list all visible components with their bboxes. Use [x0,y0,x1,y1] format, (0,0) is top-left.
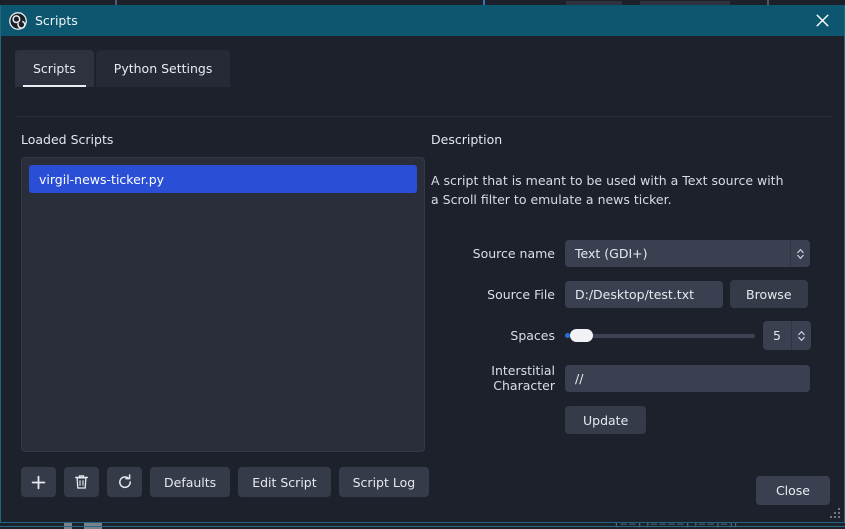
tab-python-settings[interactable]: Python Settings [95,50,231,87]
source-name-dropdown[interactable]: Text (GDI+) [565,240,810,267]
slider-handle[interactable] [570,329,593,342]
source-name-value: Text (GDI+) [575,246,648,261]
spaces-spinner[interactable]: 5 [763,321,811,350]
scripts-dialog: Scripts Scripts Python Settings Loaded S… [0,5,845,523]
dialog-body: Scripts Python Settings Loaded Scripts v… [1,36,844,522]
loaded-scripts-heading: Loaded Scripts [21,132,114,147]
spaces-row: Spaces 5 [431,321,829,350]
interstitial-row: Interstitial Character [431,363,829,393]
background-taskbar-rule [0,526,845,527]
add-script-button[interactable] [21,467,56,497]
description-heading: Description [431,132,503,147]
update-field: Update [565,406,829,434]
source-name-field: Text (GDI+) [565,240,829,267]
tab-python-settings-label: Python Settings [113,61,213,76]
browse-button[interactable]: Browse [730,280,808,308]
chevron-updown-icon[interactable] [791,321,811,350]
update-button[interactable]: Update [565,406,647,434]
loaded-scripts-panel: Loaded Scripts virgil-news-ticker.py [21,132,425,452]
dialog-titlebar[interactable]: Scripts [1,5,844,36]
trash-icon [74,474,89,490]
tabbar: Scripts Python Settings [15,50,231,87]
spaces-slider[interactable] [565,322,755,349]
source-file-row: Source File Browse [431,280,829,308]
interstitial-input[interactable] [565,364,810,392]
remove-script-button[interactable] [64,467,99,497]
update-row: Update [431,406,829,434]
resize-grip-icon[interactable] [830,508,841,519]
spaces-label: Spaces [510,328,555,343]
close-icon[interactable] [800,5,844,36]
edit-script-button[interactable]: Edit Script [238,467,331,497]
source-name-label: Source name [472,246,555,261]
slider-track [569,333,755,338]
defaults-button[interactable]: Defaults [150,467,231,497]
reload-scripts-button[interactable] [107,467,142,497]
description-panel: Description A script that is meant to be… [431,132,829,447]
spaces-value: 5 [773,328,781,343]
source-file-input[interactable] [565,280,723,308]
spaces-field: 5 [565,321,829,350]
plus-icon [31,475,46,490]
description-text: A script that is meant to be used with a… [431,173,784,207]
interstitial-label: Interstitial Character [491,363,555,393]
obs-logo-icon [9,11,27,30]
script-properties-form: Source name Text (GDI+) Source File D:/D… [431,240,829,434]
close-button[interactable]: Close [755,476,830,505]
script-log-button[interactable]: Script Log [338,467,430,497]
tab-scripts[interactable]: Scripts [15,50,94,87]
tab-scripts-label: Scripts [33,61,76,76]
loaded-scripts-list[interactable]: virgil-news-ticker.py [21,157,425,452]
scripts-toolbar: Defaults Edit Script Script Log [21,467,430,497]
list-item-label: virgil-news-ticker.py [39,171,165,187]
interstitial-field [565,364,829,392]
tab-underline [15,116,832,117]
refresh-icon [117,474,133,490]
list-item[interactable]: virgil-news-ticker.py [29,165,417,193]
source-name-row: Source name Text (GDI+) [431,240,829,267]
dialog-title: Scripts [35,13,78,28]
chevron-updown-icon[interactable] [790,240,810,267]
source-file-label: Source File [487,286,555,302]
source-file-field: Browse [565,280,829,308]
